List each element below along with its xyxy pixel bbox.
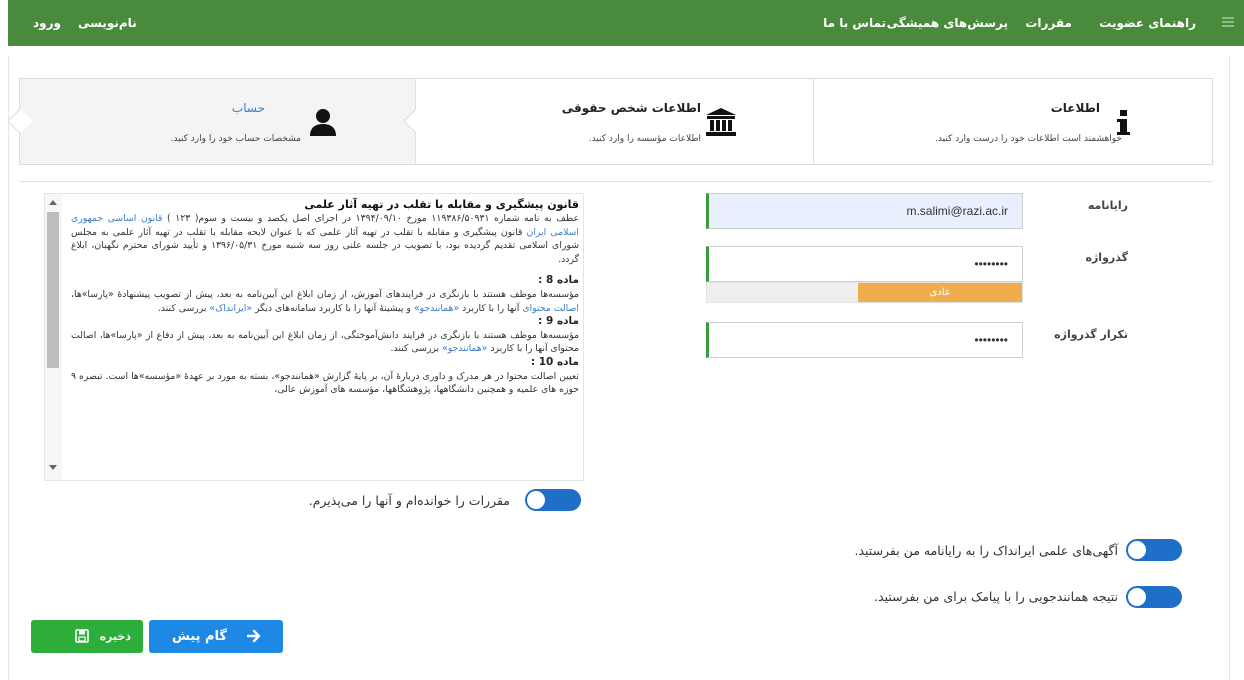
- save-button[interactable]: ذخیره: [31, 620, 143, 653]
- next-step-label: گام پیش: [171, 629, 227, 644]
- step-title: اطلاعات: [1050, 101, 1100, 115]
- email-label: رایانامه: [1087, 199, 1128, 212]
- step-desc: اطلاعات مؤسسه را وارد کنید.: [588, 134, 701, 144]
- irandoc-link[interactable]: «ایرانداک»: [209, 303, 252, 314]
- arrow-right-icon: [247, 629, 261, 643]
- toggle-knob: [1128, 588, 1146, 606]
- article-8-text: مؤسسه‌ها موظف هستند با بازنگری در فرایند…: [71, 288, 579, 314]
- save-icon: [75, 629, 89, 643]
- accept-rules-label: مقررات را خوانده‌ام و آنها را می‌پذیرم.: [308, 493, 510, 508]
- hamanandjoo-link[interactable]: «همانندجو»: [442, 343, 487, 354]
- rules-intro: عطف به نامه شماره ۱۱۹۳۸۶/۵۰۹۳۱ مورخ ۱۳۹۴…: [71, 213, 580, 265]
- password-field[interactable]: ••••••••: [706, 246, 1023, 282]
- rules-content: قانون پیشگیری و مقابله با تقلب در تهیه آ…: [71, 198, 579, 397]
- password-strength-fill: عادی: [858, 283, 1022, 302]
- password-strength-bar: عادی: [706, 282, 1023, 303]
- step-title: حساب: [231, 101, 265, 115]
- rules-title: قانون پیشگیری و مقابله با تقلب در تهیه آ…: [304, 198, 579, 211]
- save-label: ذخیره: [99, 630, 131, 643]
- institution-icon: [706, 108, 736, 136]
- step-legal-entity[interactable]: اطلاعات شخص حقوقی اطلاعات مؤسسه را وارد …: [403, 79, 814, 164]
- article-10-text: تعیین اصالت محتوا در هر مدرک و داوری درب…: [71, 370, 579, 396]
- article-8-title: ماده 8 :: [538, 274, 579, 287]
- login-link[interactable]: ورود: [33, 0, 61, 46]
- step-desc: مشخصات حساب خود را وارد کنید.: [170, 134, 301, 144]
- rules-textbox[interactable]: قانون پیشگیری و مقابله با تقلب در تهیه آ…: [44, 193, 584, 481]
- step-title: اطلاعات شخص حقوقی: [561, 101, 701, 115]
- toggle-knob: [1128, 541, 1146, 559]
- article-10-title: ماده 10 :: [530, 355, 579, 368]
- step-desc: خواهشمند است اطلاعات خود را درست وارد کن…: [935, 134, 1122, 144]
- nav-rules[interactable]: مقررات: [1025, 0, 1072, 46]
- wizard-steps: اطلاعات خواهشمند است اطلاعات خود را درست…: [7, 78, 1213, 165]
- step-account[interactable]: حساب مشخصات حساب خود را وارد کنید.: [7, 79, 416, 164]
- step-information[interactable]: اطلاعات خواهشمند است اطلاعات خود را درست…: [814, 79, 1212, 164]
- top-navbar: راهنمای عضویت مقررات پرسش‌های همیشگی تما…: [8, 0, 1244, 46]
- article-9-text: مؤسسه‌ها موظف هستند با بازنگری در فرایند…: [71, 329, 579, 355]
- signup-link[interactable]: نام‌نویسی: [78, 0, 137, 46]
- irandoc-ads-label: آگهی‌های علمی ایرانداک را به رایانامه من…: [854, 543, 1118, 558]
- nav-contact[interactable]: تماس با ما: [823, 0, 886, 46]
- article-9-title: ماده 9 :: [538, 315, 579, 328]
- irandoc-ads-toggle[interactable]: [1126, 539, 1182, 561]
- sms-result-label: نتیجه همانندجویی را با پیامک برای من بفر…: [874, 589, 1118, 604]
- nav-faq[interactable]: پرسش‌های همیشگی: [887, 0, 1008, 46]
- accept-rules-toggle[interactable]: [525, 489, 581, 511]
- sms-result-toggle[interactable]: [1126, 586, 1182, 608]
- scroll-thumb[interactable]: [47, 212, 59, 368]
- next-step-button[interactable]: گام پیش: [149, 620, 283, 653]
- hamanandjoo-link[interactable]: «همانندجو»: [414, 303, 459, 314]
- user-icon: [310, 109, 336, 136]
- nav-membership-guide[interactable]: راهنمای عضویت: [1099, 0, 1196, 46]
- scroll-up-icon[interactable]: [49, 200, 57, 205]
- confirm-password-field[interactable]: ••••••••: [706, 322, 1023, 358]
- confirm-password-label: تکرار گذرواژه: [1054, 328, 1128, 341]
- menu-icon[interactable]: [1222, 17, 1234, 28]
- email-field[interactable]: m.salimi@razi.ac.ir: [706, 193, 1023, 229]
- info-icon: [1117, 110, 1130, 135]
- password-label: گذرواژه: [1085, 251, 1128, 264]
- toggle-knob: [527, 491, 545, 509]
- originality-link[interactable]: اصالت محتوای: [522, 303, 579, 314]
- rules-scrollbar[interactable]: [45, 194, 62, 480]
- scroll-down-icon[interactable]: [49, 465, 57, 470]
